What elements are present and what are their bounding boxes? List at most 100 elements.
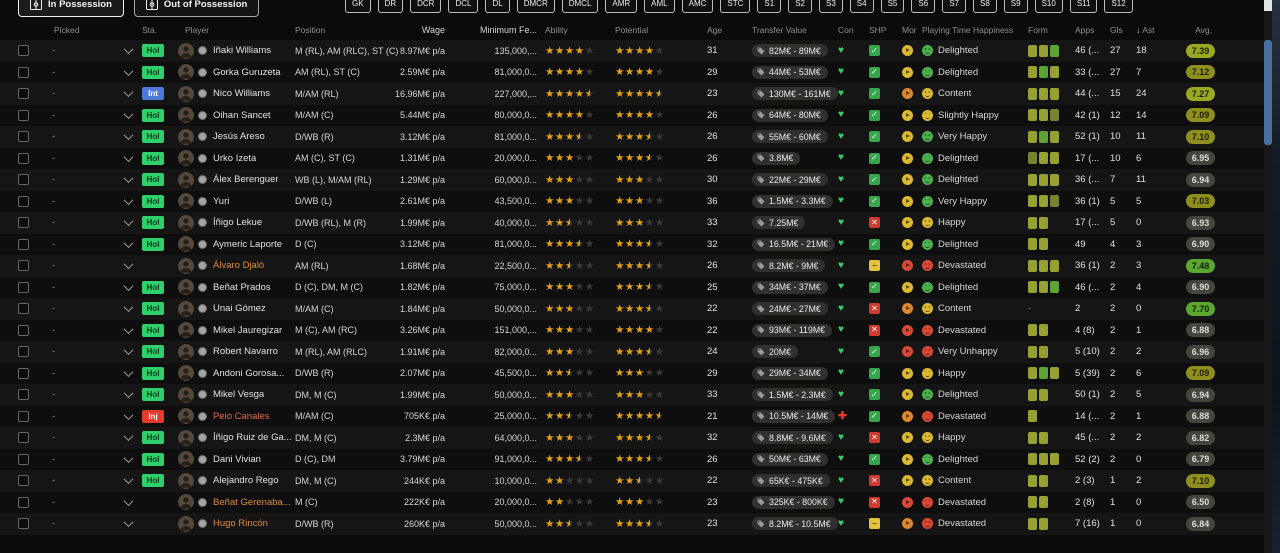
column-header-mor[interactable]: Mor bbox=[902, 25, 917, 35]
column-header-happiness[interactable]: Playing Time Happiness bbox=[922, 25, 1013, 35]
player-row[interactable]: - Hol Beñat Prados D (C), DM, M (C) 1.82M€ p… bbox=[0, 276, 1264, 298]
player-row[interactable]: - Hugo Rincón D/WB (R) 260K€ p/a 50,000,0...… bbox=[0, 513, 1264, 535]
player-name[interactable]: Oihan Sancet bbox=[213, 110, 271, 121]
player-name[interactable]: Íñigo Ruiz de Ga... bbox=[213, 432, 292, 443]
player-name[interactable]: Unai Gómez bbox=[213, 303, 266, 314]
player-row[interactable]: - Hol Dani Vivian D (C), DM 3.79M€ p/a 91,000… bbox=[0, 448, 1264, 470]
row-dropdown-chevron-icon[interactable] bbox=[123, 108, 134, 119]
player-name[interactable]: Robert Navarro bbox=[213, 346, 278, 357]
player-row[interactable]: - Beñat Gerenaba... M (C) 222K€ p/a 20,000,0… bbox=[0, 491, 1264, 513]
row-checkbox[interactable] bbox=[18, 260, 29, 272]
player-name[interactable]: Urko Izeta bbox=[213, 153, 256, 164]
row-checkbox[interactable] bbox=[18, 518, 29, 530]
filter-s4[interactable]: S4 bbox=[849, 0, 874, 13]
player-row[interactable]: - Hol Urko Izeta AM (C), ST (C) 1.31M€ p/a 20… bbox=[0, 147, 1264, 169]
player-row[interactable]: - Hol Iñaki Williams M (RL), AM (RLC), ST (… bbox=[0, 40, 1264, 62]
player-name[interactable]: Andoni Gorosa... bbox=[213, 368, 284, 379]
row-checkbox[interactable] bbox=[18, 131, 29, 143]
player-row[interactable]: - Hol Yuri D/WB (L) 2.61M€ p/a 43,500,0... ★ ★ ★… bbox=[0, 190, 1264, 212]
player-row[interactable]: - Hol Álex Berenguer WB (L), M/AM (RL) 1.29M… bbox=[0, 169, 1264, 191]
filter-stc[interactable]: STC bbox=[720, 0, 751, 13]
column-header-position[interactable]: Position bbox=[295, 25, 325, 35]
player-row[interactable]: - Hol Gorka Guruzeta AM (RL), ST (C) 2.59M€ … bbox=[0, 61, 1264, 83]
filter-s11[interactable]: S11 bbox=[1069, 0, 1098, 13]
column-header-value[interactable]: Transfer Value bbox=[752, 25, 807, 35]
tab-out-of-possession[interactable]: Out of Possession bbox=[133, 0, 260, 17]
row-checkbox[interactable] bbox=[18, 303, 29, 315]
player-row[interactable]: - Hol Mikel Jauregizar M (C), AM (RC) 3.26M€… bbox=[0, 319, 1264, 341]
row-dropdown-chevron-icon[interactable] bbox=[123, 366, 134, 377]
scrollbar-thumb[interactable] bbox=[1264, 40, 1272, 145]
filter-s1[interactable]: S1 bbox=[757, 0, 782, 13]
row-dropdown-chevron-icon[interactable] bbox=[123, 216, 134, 227]
filter-s12[interactable]: S12 bbox=[1104, 0, 1133, 13]
row-dropdown-chevron-icon[interactable] bbox=[123, 44, 134, 55]
player-row[interactable]: - Hol Andoni Gorosa... D/WB (R) 2.07M€ p/a 45… bbox=[0, 362, 1264, 384]
row-checkbox[interactable] bbox=[18, 217, 29, 229]
player-name[interactable]: Gorka Guruzeta bbox=[213, 67, 281, 78]
filter-s8[interactable]: S8 bbox=[972, 0, 997, 13]
column-header-shp[interactable]: SHP bbox=[869, 25, 886, 35]
player-row[interactable]: - Hol Mikel Vesga DM, M (C) 1.99M€ p/a 50,000… bbox=[0, 384, 1264, 406]
player-row[interactable]: - Hol Alejandro Rego DM, M (C) 244K€ p/a 10,0… bbox=[0, 470, 1264, 492]
column-header-age[interactable]: Age bbox=[707, 25, 722, 35]
row-dropdown-chevron-icon[interactable] bbox=[123, 388, 134, 399]
filter-dcl[interactable]: DCL bbox=[448, 0, 479, 13]
filter-s9[interactable]: S9 bbox=[1003, 0, 1028, 13]
player-name[interactable]: Aymeric Laporte bbox=[213, 239, 282, 250]
column-header-potential[interactable]: Potential bbox=[615, 25, 648, 35]
player-name[interactable]: Álvaro Djaló bbox=[213, 260, 264, 271]
column-header-form[interactable]: Form bbox=[1028, 25, 1048, 35]
filter-dr[interactable]: DR bbox=[377, 0, 404, 13]
player-name[interactable]: Nico Williams bbox=[213, 88, 270, 99]
row-dropdown-chevron-icon[interactable] bbox=[123, 302, 134, 313]
row-checkbox[interactable] bbox=[18, 346, 29, 358]
player-row[interactable]: - Hol Jesús Areso D/WB (R) 3.12M€ p/a 81,000,… bbox=[0, 126, 1264, 148]
filter-s7[interactable]: S7 bbox=[942, 0, 966, 13]
row-checkbox[interactable] bbox=[18, 66, 29, 78]
filter-s6[interactable]: S6 bbox=[911, 0, 936, 13]
row-dropdown-chevron-icon[interactable] bbox=[123, 280, 134, 291]
player-name[interactable]: Hugo Rincón bbox=[213, 518, 268, 529]
row-dropdown-chevron-icon[interactable] bbox=[123, 323, 134, 334]
row-dropdown-chevron-icon[interactable] bbox=[123, 87, 134, 98]
player-row[interactable]: - Hol Íñigo Ruiz de Ga... DM, M (C) 2.3M€ p/… bbox=[0, 427, 1264, 449]
row-checkbox[interactable] bbox=[18, 496, 29, 508]
column-header-ast[interactable]: Ast bbox=[1142, 25, 1154, 35]
row-dropdown-chevron-icon[interactable] bbox=[123, 495, 134, 506]
filter-dmcr[interactable]: DMCR bbox=[516, 0, 555, 13]
row-dropdown-chevron-icon[interactable] bbox=[123, 517, 134, 528]
player-row[interactable]: - Hol Íñigo Lekue D/WB (RL), M (R) 1.99M€ p/… bbox=[0, 212, 1264, 234]
column-header-picked[interactable]: Picked bbox=[54, 25, 80, 35]
row-dropdown-chevron-icon[interactable] bbox=[123, 65, 134, 76]
row-checkbox[interactable] bbox=[18, 88, 29, 100]
row-checkbox[interactable] bbox=[18, 281, 29, 293]
row-checkbox[interactable] bbox=[18, 389, 29, 401]
player-row[interactable]: - Hol Unai Gómez M/AM (C) 1.84M€ p/a 50,000,0… bbox=[0, 298, 1264, 320]
row-dropdown-chevron-icon[interactable] bbox=[123, 173, 134, 184]
filter-dl[interactable]: DL bbox=[485, 0, 510, 13]
filter-s3[interactable]: S3 bbox=[819, 0, 843, 13]
row-checkbox[interactable] bbox=[18, 195, 29, 207]
row-checkbox[interactable] bbox=[18, 109, 29, 121]
filter-s5[interactable]: S5 bbox=[880, 0, 905, 13]
player-name[interactable]: Alejandro Rego bbox=[213, 475, 279, 486]
player-name[interactable]: Beñat Prados bbox=[213, 282, 271, 293]
row-checkbox[interactable] bbox=[18, 174, 29, 186]
player-name[interactable]: Beñat Gerenaba... bbox=[213, 497, 291, 508]
column-header-wage[interactable]: Wage bbox=[422, 25, 445, 35]
column-header-apps[interactable]: Apps bbox=[1075, 25, 1094, 35]
row-checkbox[interactable] bbox=[18, 152, 29, 164]
column-header-player[interactable]: Player bbox=[185, 25, 209, 35]
row-dropdown-chevron-icon[interactable] bbox=[123, 409, 134, 420]
player-name[interactable]: Dani Vivian bbox=[213, 454, 261, 465]
row-checkbox[interactable] bbox=[18, 45, 29, 57]
scrollbar-top-button[interactable] bbox=[1264, 0, 1272, 11]
row-checkbox[interactable] bbox=[18, 238, 29, 250]
player-name[interactable]: Iñaki Williams bbox=[213, 45, 271, 56]
row-dropdown-chevron-icon[interactable] bbox=[123, 194, 134, 205]
player-row[interactable]: - Hol Aymeric Laporte D (C) 3.12M€ p/a 81,000… bbox=[0, 233, 1264, 255]
player-row[interactable]: - Hol Robert Navarro M (RL), AM (RLC) 1.91M€… bbox=[0, 341, 1264, 363]
row-dropdown-chevron-icon[interactable] bbox=[123, 474, 134, 485]
row-checkbox[interactable] bbox=[18, 367, 29, 379]
